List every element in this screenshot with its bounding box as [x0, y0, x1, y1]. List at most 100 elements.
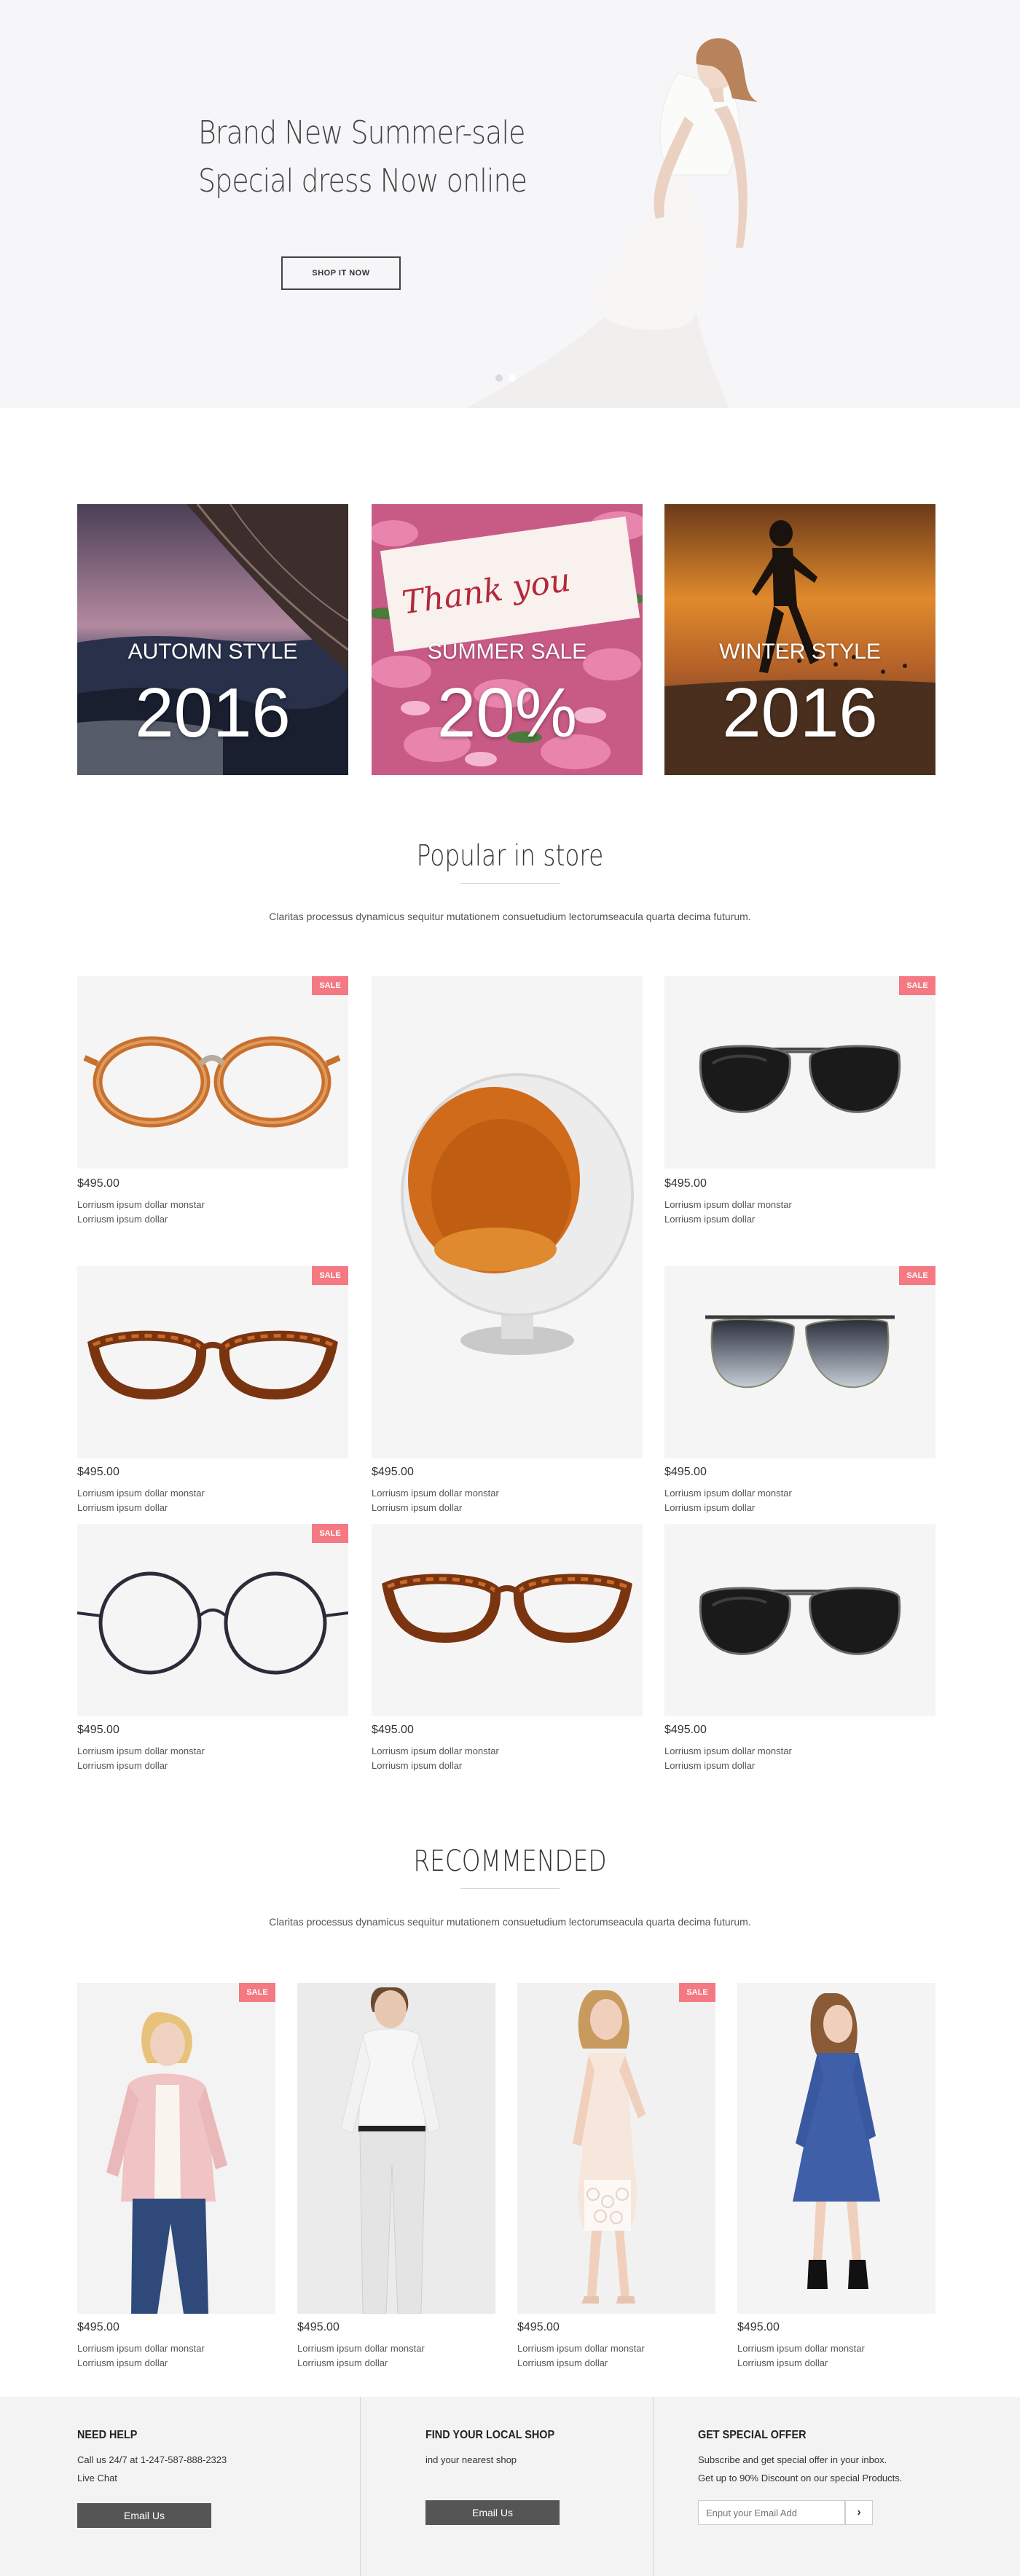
banner-title: WINTER STYLE [719, 640, 881, 664]
product-desc-line2: Lorriusm ipsum dollar [664, 1502, 756, 1513]
product-desc-line1: Lorriusm ipsum dollar monstar [77, 1746, 205, 1756]
special-offer-title: GET SPECIAL OFFER [698, 2429, 807, 2441]
product-price: $495.00 [77, 1466, 119, 1478]
product-price: $495.00 [77, 2321, 119, 2333]
product-card-image[interactable] [737, 1983, 935, 2314]
phone-number-text: Call us 24/7 at 1-247-587-888-2323 [77, 2454, 227, 2465]
footer-divider [360, 2397, 361, 2576]
product-desc-line2: Lorriusm ipsum dollar [517, 2357, 608, 2368]
banner-year: 2016 [722, 674, 878, 752]
product-desc-line2: Lorriusm ipsum dollar [77, 2357, 168, 2368]
product-description: Lorriusm ipsum dollar monstar Lorriusm i… [372, 1744, 499, 1773]
banner-title: AUTOMN STYLE [128, 640, 298, 664]
sale-badge: SALE [312, 1524, 348, 1543]
footer-divider [653, 2397, 654, 2576]
email-us-button[interactable]: Email Us [77, 2503, 211, 2528]
product-desc-line2: Lorriusm ipsum dollar [77, 1214, 168, 1225]
product-card-image[interactable]: SALE [77, 1524, 348, 1716]
product-desc-line2: Lorriusm ipsum dollar [297, 2357, 388, 2368]
banner-title: SUMMER SALE [427, 640, 587, 664]
product-description: Lorriusm ipsum dollar monstar Lorriusm i… [664, 1198, 792, 1227]
slider-dot[interactable] [495, 374, 503, 382]
shop-it-now-button[interactable]: SHOP IT NOW [281, 256, 401, 290]
product-price: $495.00 [664, 1466, 707, 1478]
product-desc-line2: Lorriusm ipsum dollar [77, 1760, 168, 1771]
product-desc-line2: Lorriusm ipsum dollar [77, 1502, 168, 1513]
product-description: Lorriusm ipsum dollar monstar Lorriusm i… [664, 1486, 792, 1515]
product-desc-line1: Lorriusm ipsum dollar monstar [517, 2343, 645, 2354]
product-desc-line2: Lorriusm ipsum dollar [372, 1760, 463, 1771]
cat-eye-glasses-icon [87, 1330, 338, 1400]
email-subscribe-input[interactable] [698, 2500, 845, 2525]
product-desc-line1: Lorriusm ipsum dollar monstar [664, 1746, 792, 1756]
section-underline [460, 1888, 560, 1889]
special-offer-line1: Subscribe and get special offer in your … [698, 2454, 887, 2465]
section-underline [460, 883, 560, 884]
lace-dress-model-icon [573, 1990, 646, 2304]
banner-autumn-style[interactable]: AUTOMN STYLE 2016 [77, 504, 348, 775]
product-card-image[interactable]: SALE [77, 976, 348, 1169]
product-card-image[interactable]: SALE [77, 1983, 275, 2314]
product-desc-line1: Lorriusm ipsum dollar monstar [737, 2343, 865, 2354]
sale-badge: SALE [312, 976, 348, 995]
product-description: Lorriusm ipsum dollar monstar Lorriusm i… [77, 1486, 205, 1515]
product-desc-line2: Lorriusm ipsum dollar [664, 1214, 756, 1225]
banner-winter-style[interactable]: WINTER STYLE 2016 [664, 504, 935, 775]
product-price: $495.00 [517, 2321, 560, 2333]
product-desc-line1: Lorriusm ipsum dollar monstar [77, 1199, 205, 1210]
sale-badge: SALE [312, 1266, 348, 1285]
product-card-image[interactable]: SALE [517, 1983, 715, 2314]
banner-summer-sale[interactable]: Thank you SUMMER SALE 20% [372, 504, 643, 775]
sale-badge: SALE [899, 976, 935, 995]
find-local-shop-text: ind your nearest shop [425, 2454, 517, 2465]
gradient-sunglasses-icon [705, 1315, 895, 1389]
sale-badge: SALE [239, 1983, 275, 2002]
banner-year: 2016 [135, 674, 291, 752]
product-description: Lorriusm ipsum dollar monstar Lorriusm i… [664, 1744, 792, 1773]
popular-section-subtitle: Claritas processus dynamicus sequitur mu… [269, 911, 751, 922]
hero-model-image [466, 38, 758, 408]
aviator-sunglasses-icon [699, 1587, 901, 1655]
product-price: $495.00 [77, 1177, 119, 1190]
email-us-button-shop[interactable]: Email Us [425, 2500, 560, 2525]
product-price: $495.00 [664, 1177, 707, 1190]
pink-jacket-model-icon [106, 2012, 227, 2314]
subscribe-submit-button[interactable]: › [845, 2500, 873, 2525]
cat-eye-glasses-icon [382, 1574, 632, 1644]
tortoise-glasses-icon [83, 1036, 341, 1128]
product-price: $495.00 [77, 1724, 119, 1736]
live-chat-link[interactable]: Live Chat [77, 2469, 227, 2487]
product-desc-line1: Lorriusm ipsum dollar monstar [77, 2343, 205, 2354]
product-description: Lorriusm ipsum dollar monstar Lorriusm i… [737, 2341, 865, 2371]
product-card-image[interactable] [297, 1983, 495, 2314]
product-price: $495.00 [372, 1466, 414, 1478]
product-desc-line1: Lorriusm ipsum dollar monstar [372, 1746, 499, 1756]
product-card-image[interactable]: SALE [664, 976, 935, 1169]
white-shirt-model-icon [340, 1987, 441, 2314]
slider-dot-active[interactable] [509, 374, 516, 382]
product-card-image[interactable] [372, 976, 643, 1458]
need-help-text: Call us 24/7 at 1-247-587-888-2323 Live … [77, 2451, 227, 2487]
product-card-image[interactable]: SALE [77, 1266, 348, 1458]
product-card-image[interactable]: SALE [664, 1266, 935, 1458]
product-description: Lorriusm ipsum dollar monstar Lorriusm i… [77, 2341, 205, 2371]
hero-slider: Brand New Summer-sale Special dress Now … [0, 0, 1020, 408]
chevron-right-icon: › [857, 2506, 861, 2518]
product-desc-line1: Lorriusm ipsum dollar monstar [664, 1488, 792, 1499]
denim-dress-model-icon [793, 1993, 880, 2289]
sale-badge: SALE [899, 1266, 935, 1285]
product-card-image[interactable] [372, 1524, 643, 1716]
product-desc-line2: Lorriusm ipsum dollar [737, 2357, 828, 2368]
slider-pagination [495, 374, 516, 382]
product-price: $495.00 [664, 1724, 707, 1736]
special-offer-line2: Get up to 90% Discount on our special Pr… [698, 2473, 903, 2483]
sale-badge: SALE [679, 1983, 715, 2002]
product-description: Lorriusm ipsum dollar monstar Lorriusm i… [77, 1198, 205, 1227]
product-description: Lorriusm ipsum dollar monstar Lorriusm i… [77, 1744, 205, 1773]
product-desc-line1: Lorriusm ipsum dollar monstar [664, 1199, 792, 1210]
find-local-shop-title: FIND YOUR LOCAL SHOP [425, 2429, 555, 2441]
product-desc-line1: Lorriusm ipsum dollar monstar [297, 2343, 425, 2354]
product-card-image[interactable] [664, 1524, 935, 1716]
round-wire-glasses-icon [77, 1571, 348, 1675]
product-description: Lorriusm ipsum dollar monstar Lorriusm i… [372, 1486, 499, 1515]
